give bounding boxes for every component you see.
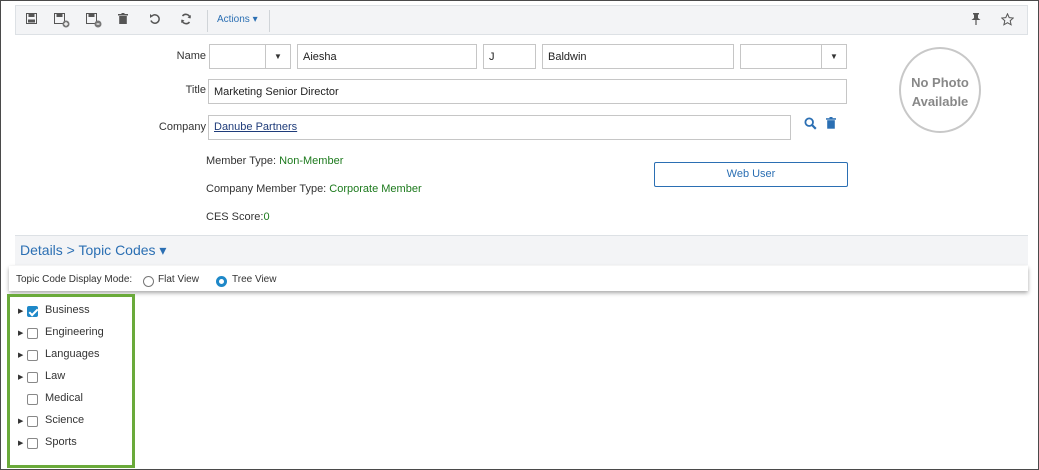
toolbar: Actions ▾ xyxy=(15,5,1028,35)
trash-icon[interactable] xyxy=(826,117,838,131)
tree-item-science[interactable]: ▶ Science xyxy=(10,412,130,432)
save-add-icon[interactable] xyxy=(83,10,105,30)
tree-item-medical[interactable]: Medical xyxy=(10,390,130,410)
topic-tree: ▶ Business ▶ Engineering ▶ Languages ▶ L… xyxy=(7,294,135,468)
engineering-checkbox[interactable] xyxy=(27,328,38,339)
expand-arrow-icon[interactable]: ▶ xyxy=(18,351,23,359)
tree-item-label: Medical xyxy=(45,392,83,404)
display-mode-bar: Topic Code Display Mode: Flat View Tree … xyxy=(9,266,1028,291)
company-label: Company xyxy=(158,121,206,133)
prefix-select[interactable]: ▼ xyxy=(209,44,291,69)
sports-checkbox[interactable] xyxy=(27,438,38,449)
languages-checkbox[interactable] xyxy=(27,350,38,361)
medical-checkbox[interactable] xyxy=(27,394,38,405)
details-header: Details > Topic Codes ▾ xyxy=(15,235,1028,265)
chevron-down-icon: ▼ xyxy=(821,45,846,68)
photo-placeholder[interactable]: No Photo Available xyxy=(899,47,981,133)
tree-item-business[interactable]: ▶ Business xyxy=(10,302,130,322)
details-title[interactable]: Details > Topic Codes ▾ xyxy=(20,242,166,259)
tree-item-label: Engineering xyxy=(45,326,104,338)
member-type: Member Type: Non-Member xyxy=(206,155,343,167)
search-icon[interactable] xyxy=(804,117,818,131)
member-type-label: Member Type: xyxy=(206,155,280,167)
expand-arrow-icon[interactable]: ▶ xyxy=(18,417,23,425)
toolbar-divider xyxy=(269,10,270,32)
undo-icon[interactable] xyxy=(144,10,166,30)
business-checkbox[interactable] xyxy=(27,306,38,317)
photo-text-line2: Available xyxy=(911,94,969,109)
middle-initial-input[interactable] xyxy=(483,44,536,69)
tree-item-languages[interactable]: ▶ Languages xyxy=(10,346,130,366)
chevron-down-icon: ▼ xyxy=(265,45,290,68)
save-icon[interactable] xyxy=(20,10,42,30)
photo-text-line1: No Photo xyxy=(911,75,969,90)
expand-arrow-icon[interactable]: ▶ xyxy=(18,329,23,337)
member-type-value: Non-Member xyxy=(279,155,344,167)
tree-item-label: Languages xyxy=(45,348,100,360)
ces-score-label: CES Score: xyxy=(206,211,264,223)
delete-icon[interactable] xyxy=(112,10,134,30)
title-label: Title xyxy=(185,84,206,96)
tree-view-radio[interactable] xyxy=(216,276,227,287)
suffix-select[interactable]: ▼ xyxy=(740,44,847,69)
company-member-type-label: Company Member Type: xyxy=(206,183,330,195)
star-icon[interactable] xyxy=(996,10,1018,30)
company-field[interactable]: Danube Partners xyxy=(208,115,791,140)
flat-view-label[interactable]: Flat View xyxy=(158,274,199,285)
company-member-type-value: Corporate Member xyxy=(329,183,422,195)
last-name-input[interactable] xyxy=(542,44,734,69)
science-checkbox[interactable] xyxy=(27,416,38,427)
expand-arrow-icon[interactable]: ▶ xyxy=(18,439,23,447)
web-user-button[interactable]: Web User xyxy=(654,162,848,187)
title-input[interactable] xyxy=(208,79,847,104)
toolbar-divider xyxy=(207,10,208,32)
expand-arrow-icon[interactable]: ▶ xyxy=(18,307,23,315)
company-link[interactable]: Danube Partners xyxy=(214,121,297,133)
refresh-icon[interactable] xyxy=(175,10,197,30)
tree-view-label[interactable]: Tree View xyxy=(232,274,276,285)
tree-item-label: Law xyxy=(45,370,66,382)
actions-menu[interactable]: Actions ▾ xyxy=(217,14,258,25)
first-name-input[interactable] xyxy=(297,44,477,69)
tree-item-label: Science xyxy=(45,414,85,426)
flat-view-radio[interactable] xyxy=(143,276,154,287)
tree-item-engineering[interactable]: ▶ Engineering xyxy=(10,324,130,344)
tree-item-sports[interactable]: ▶ Sports xyxy=(10,434,130,454)
name-label: Name xyxy=(176,50,206,62)
pin-icon[interactable] xyxy=(965,10,987,30)
save-new-icon[interactable] xyxy=(51,10,73,30)
display-mode-label: Topic Code Display Mode: xyxy=(16,274,133,285)
law-checkbox[interactable] xyxy=(27,372,38,383)
tree-item-label: Sports xyxy=(45,436,77,448)
ces-score: CES Score:0 xyxy=(206,211,270,223)
expand-arrow-icon[interactable]: ▶ xyxy=(18,373,23,381)
ces-score-value: 0 xyxy=(263,211,270,223)
tree-item-label: Business xyxy=(45,304,90,316)
tree-item-law[interactable]: ▶ Law xyxy=(10,368,130,388)
company-member-type: Company Member Type: Corporate Member xyxy=(206,183,422,195)
